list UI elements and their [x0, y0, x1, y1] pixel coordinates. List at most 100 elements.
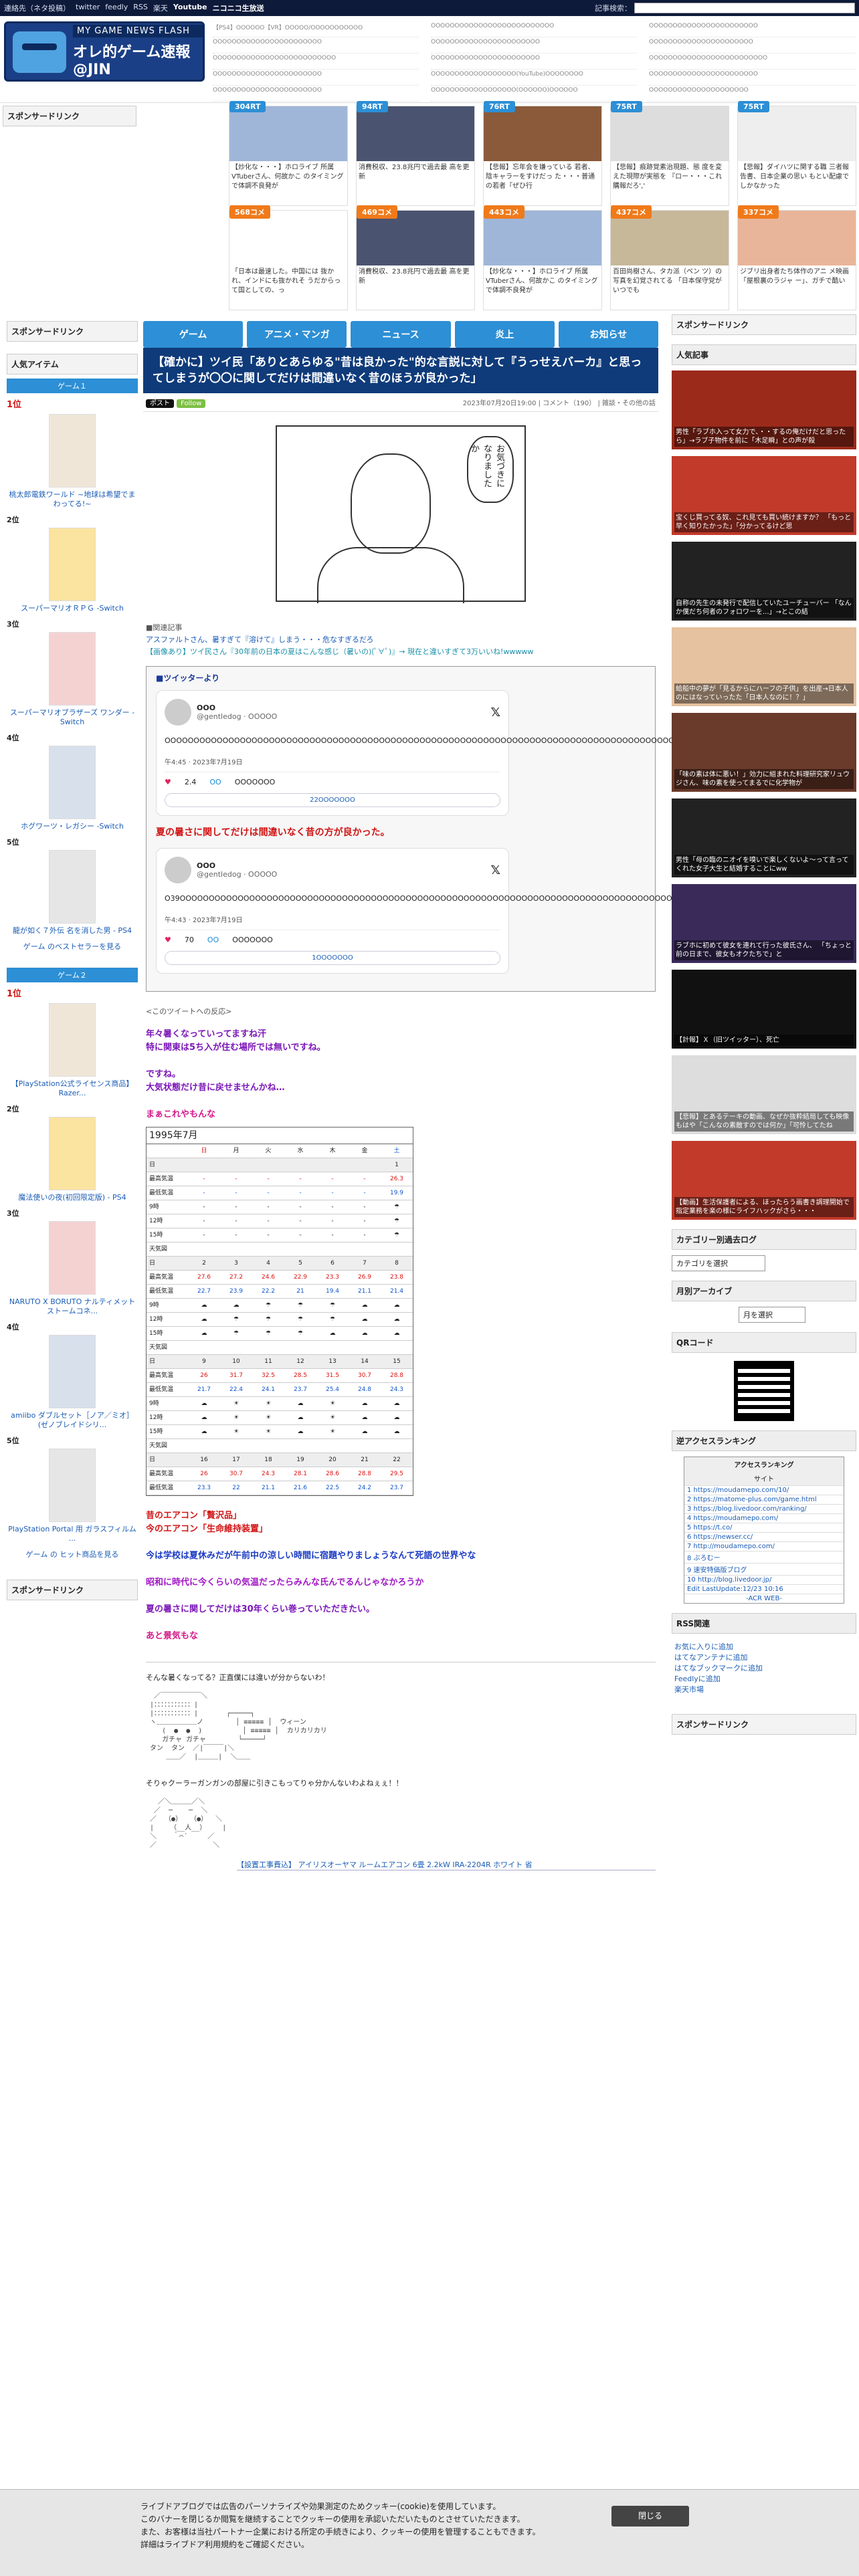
header-link[interactable]: OOOOOOOOOOOOOOOOOOOOOO: [649, 39, 855, 53]
product-item[interactable]: 【PlayStation公式ライセンス商品】Razer...: [7, 1003, 138, 1098]
header-link[interactable]: OOOOOOOOOOOOOOOOOOOOOOO: [649, 71, 855, 86]
product-title[interactable]: NARUTO X BORUTO ナルティメットストームコネ...: [7, 1297, 138, 1316]
access-row[interactable]: 4 https://moudamepo.com/: [684, 1513, 844, 1523]
top-link[interactable]: Youtube: [173, 3, 207, 13]
popular-article[interactable]: ラブホに初めて彼女を連れて行った彼氏さん、 「ちょっと前の日まで、彼女もオクたち…: [672, 884, 856, 963]
top-link[interactable]: 連絡先（ネタ投稿）: [4, 3, 70, 13]
product-item[interactable]: スーパーマリオブラザーズ ワンダー -Switch: [7, 632, 138, 727]
popular-article-caption[interactable]: 【計報】Ｘ（旧ツイッター）、死亡: [674, 1035, 854, 1046]
access-foot-2[interactable]: -ACR WEB-: [684, 1594, 844, 1603]
hit-link[interactable]: ゲーム の ヒット商品を見る: [7, 1549, 138, 1560]
cookie-close-button[interactable]: 閉じる: [611, 2506, 690, 2527]
reply-count[interactable]: OO: [209, 778, 221, 786]
product-title[interactable]: 龍が如く７外伝 名を消した男 - PS4: [7, 926, 138, 936]
x-logo-icon[interactable]: 𝕏: [490, 706, 500, 720]
popular-article-caption[interactable]: 男性「ラブホ入って女力で、・・するの俺だけだと思ったら」→ラブ子物件を前に「木足…: [674, 427, 854, 447]
product-title[interactable]: 【PlayStation公式ライセンス商品】Razer...: [7, 1079, 138, 1098]
header-link[interactable]: OOOOOOOOOOOOOOOOOOOOOOO: [213, 39, 419, 53]
more-replies[interactable]: 1OOOOOOO: [165, 951, 500, 965]
product-title[interactable]: スーパーマリオＲＰＧ -Switch: [7, 604, 138, 613]
category-select[interactable]: カテゴリを選択: [672, 1255, 765, 1271]
hot-thumb[interactable]: 76RT 【悲報】忘年会を嫌っている 若者、陰キャラーをすけだっ た・・・普通の若…: [483, 101, 602, 206]
tweet-handle[interactable]: @gentledog · OOOOO: [197, 712, 277, 721]
reply-count[interactable]: OO: [207, 936, 219, 944]
popular-article[interactable]: 給船中の夢が「見るからにハーフの子供」を出産→日本人のにはなっていったた「日本人…: [672, 627, 856, 706]
popular-article[interactable]: 「味の素は体に悪い！」効力に組まれた料理研究家リュウジさん、味の素を使ってまるで…: [672, 713, 856, 792]
tweet-time[interactable]: 午4:43 · 2023年7月19日: [165, 914, 500, 924]
avatar[interactable]: [165, 857, 191, 883]
tweet-name[interactable]: OOO: [197, 861, 277, 870]
more-replies[interactable]: 22OOOOOOO: [165, 793, 500, 807]
follow-button[interactable]: Follow: [177, 399, 206, 408]
access-row[interactable]: 7 http://moudamepo.com/: [684, 1541, 844, 1551]
top-link[interactable]: twitter: [76, 3, 100, 13]
popular-article-caption[interactable]: 自称の先生の未発行で配信していたユーチューバー 「なんか僕だち何者のフォロワーを…: [674, 598, 854, 618]
product-item[interactable]: 龍が如く７外伝 名を消した男 - PS4: [7, 850, 138, 936]
nav-item-4[interactable]: お知らせ: [558, 321, 659, 348]
product-item[interactable]: 桃太郎電鉄ワールド ~地球は希望でまわってる!~: [7, 414, 138, 509]
copy-link[interactable]: OOOOOOO: [235, 778, 276, 786]
top-link[interactable]: feedly: [105, 3, 128, 13]
like-count[interactable]: 70: [185, 936, 194, 944]
hot-thumb[interactable]: 94RT 消費税収、23.8兆円で過去最 高を更新: [356, 101, 475, 206]
promo-link[interactable]: 【設置工事費込】 アイリスオーヤマ ルームエアコン 6畳 2.2kW IRA-2…: [237, 1859, 656, 1870]
popular-article-caption[interactable]: 「味の素は体に悪い！」効力に組まれた料理研究家リュウジさん、味の素を使ってまるで…: [674, 769, 854, 789]
header-link[interactable]: OOOOOOOOOOOOOOOOOOOOOOOOOO: [213, 55, 419, 70]
bestseller-link[interactable]: ゲーム のベストセラーを見る: [7, 941, 138, 952]
nav-item-1[interactable]: アニメ・マンガ: [247, 321, 347, 348]
header-link[interactable]: OOOOOOOOOOOOOOOOOO(OOOOOO)OOOOOO: [431, 87, 637, 102]
top-link[interactable]: 楽天: [153, 3, 168, 13]
month-select[interactable]: 月を選択: [739, 1307, 805, 1323]
header-link[interactable]: 【PS4】OOOOOO【VR】OOOOO/OOOOOOOOOOO: [213, 23, 419, 37]
rss-link[interactable]: 楽天市場: [674, 1685, 854, 1695]
popular-article-caption[interactable]: 【動画】生活保護者による、ほったらう画書き調理開始で指定業務を楽の様にライフハッ…: [674, 1197, 854, 1217]
related-link-1[interactable]: アスファルトさん、暑すぎて『溶けて』しまう・・・危なすぎるだろ: [146, 635, 373, 644]
product-title[interactable]: 桃太郎電鉄ワールド ~地球は希望でまわってる!~: [7, 490, 138, 509]
popular-article-caption[interactable]: 【悲報】とあるテーキの動画、なぜか抜粋結局しても映像 もはや「こんなの素敵すので…: [674, 1111, 854, 1132]
popular-article-caption[interactable]: ラブホに初めて彼女を連れて行った彼氏さん、 「ちょっと前の日まで、彼女もオクたち…: [674, 940, 854, 960]
tweet-name[interactable]: OOO: [197, 704, 277, 712]
search-input[interactable]: [634, 3, 855, 13]
header-link[interactable]: OOOOOOOOOOOOOOOOOOOOOOOOO: [649, 55, 855, 70]
like-count[interactable]: 2.4: [185, 778, 197, 786]
product-title[interactable]: PlayStation Portal 用 ガラスフィルム ...: [7, 1525, 138, 1543]
header-link[interactable]: OOOOOOOOOOOOOOOOOOOOOOO: [649, 23, 855, 37]
product-item[interactable]: 魔法使いの夜(初回限定版) - PS4: [7, 1117, 138, 1202]
hot-thumb[interactable]: 437コメ 百田尚樹さん、タカ派（ペン ツ）の写真を幻覚されてる 「日本保守党がい…: [610, 205, 729, 310]
hot-thumb[interactable]: 568コメ 「日本は最速した。中国には 抜かれ、インドにも抜かれそ うだからって国…: [229, 205, 348, 310]
access-row[interactable]: 5 https://t.co/: [684, 1523, 844, 1532]
popular-article-caption[interactable]: 男性「母の臨のニオイを嗅いで楽しくないよ～って言ってくれた女子大生と結婚すること…: [674, 855, 854, 875]
site-logo[interactable]: MY GAME NEWS FLASH オレ的ゲーム速報@JIN: [4, 21, 205, 82]
hot-thumb[interactable]: 75RT 【悲報】痕跡覚素治現題、態 度を変えた現際が実態を 『ロー・・・これ購報…: [610, 101, 729, 206]
copy-link[interactable]: OOOOOOO: [232, 936, 273, 944]
product-title[interactable]: スーパーマリオブラザーズ ワンダー -Switch: [7, 708, 138, 727]
heart-icon[interactable]: ♥: [165, 936, 171, 944]
hot-thumb[interactable]: 469コメ 消費税収、23.8兆円で過去最 高を更新: [356, 205, 475, 310]
rss-link[interactable]: はてなアンテナに追加: [674, 1652, 854, 1663]
nav-item-2[interactable]: ニュース: [351, 321, 451, 348]
popular-article-caption[interactable]: 宝くじ買ってる奴、これ見ても買い続けますか？ 「もっと早く知りたかった」「分かっ…: [674, 512, 854, 532]
header-link[interactable]: OOOOOOOOOOOOOOOOOOOOOOOOOO: [431, 23, 637, 37]
product-title[interactable]: amiibo ダブルセット［ノア／ミオ］(ゼノブレイドシリ...: [7, 1411, 138, 1430]
nav-item-0[interactable]: ゲーム: [143, 321, 244, 348]
rss-link[interactable]: お気に入りに追加: [674, 1642, 854, 1652]
access-row[interactable]: 6 https://newser.cc/: [684, 1532, 844, 1541]
tweet-time[interactable]: 午4:45 · 2023年7月19日: [165, 756, 500, 766]
x-post-button[interactable]: ポスト: [146, 399, 174, 408]
rss-link[interactable]: Feedlyに追加: [674, 1674, 854, 1685]
access-row[interactable]: 1 https://moudamepo.com/10/: [684, 1485, 844, 1495]
header-link[interactable]: OOOOOOOOOOOOOOOOOOOOOOO: [213, 87, 419, 102]
access-row[interactable]: 10 http://blog.livedoor.jp/: [684, 1575, 844, 1584]
access-row[interactable]: 2 https://matome-plus.com/game.html: [684, 1495, 844, 1504]
rss-link[interactable]: はてなブックマークに追加: [674, 1663, 854, 1674]
popular-article-caption[interactable]: 給船中の夢が「見るからにハーフの子供」を出産→日本人のにはなっていったた「日本人…: [674, 683, 854, 704]
related-link-2[interactable]: 【画像あり】ツイ民さん『30年前の日本の夏はこんな感じ（暑いの)(ﾟ∀ﾟ)』→ …: [146, 647, 533, 656]
header-link[interactable]: OOOOOOOOOOOOOOOOOOOOOOO: [431, 39, 637, 53]
product-title[interactable]: 魔法使いの夜(初回限定版) - PS4: [7, 1193, 138, 1202]
avatar[interactable]: [165, 699, 191, 726]
access-row[interactable]: 3 https://blog.livedoor.com/ranking/: [684, 1504, 844, 1513]
popular-article[interactable]: 【計報】Ｘ（旧ツイッター）、死亡: [672, 970, 856, 1049]
popular-article[interactable]: 【動画】生活保護者による、ほったらう画書き調理開始で指定業務を楽の様にライフハッ…: [672, 1141, 856, 1220]
header-link[interactable]: OOOOOOOOOOOOOOOOOOOOO: [649, 87, 855, 102]
top-link[interactable]: RSS: [133, 3, 148, 13]
